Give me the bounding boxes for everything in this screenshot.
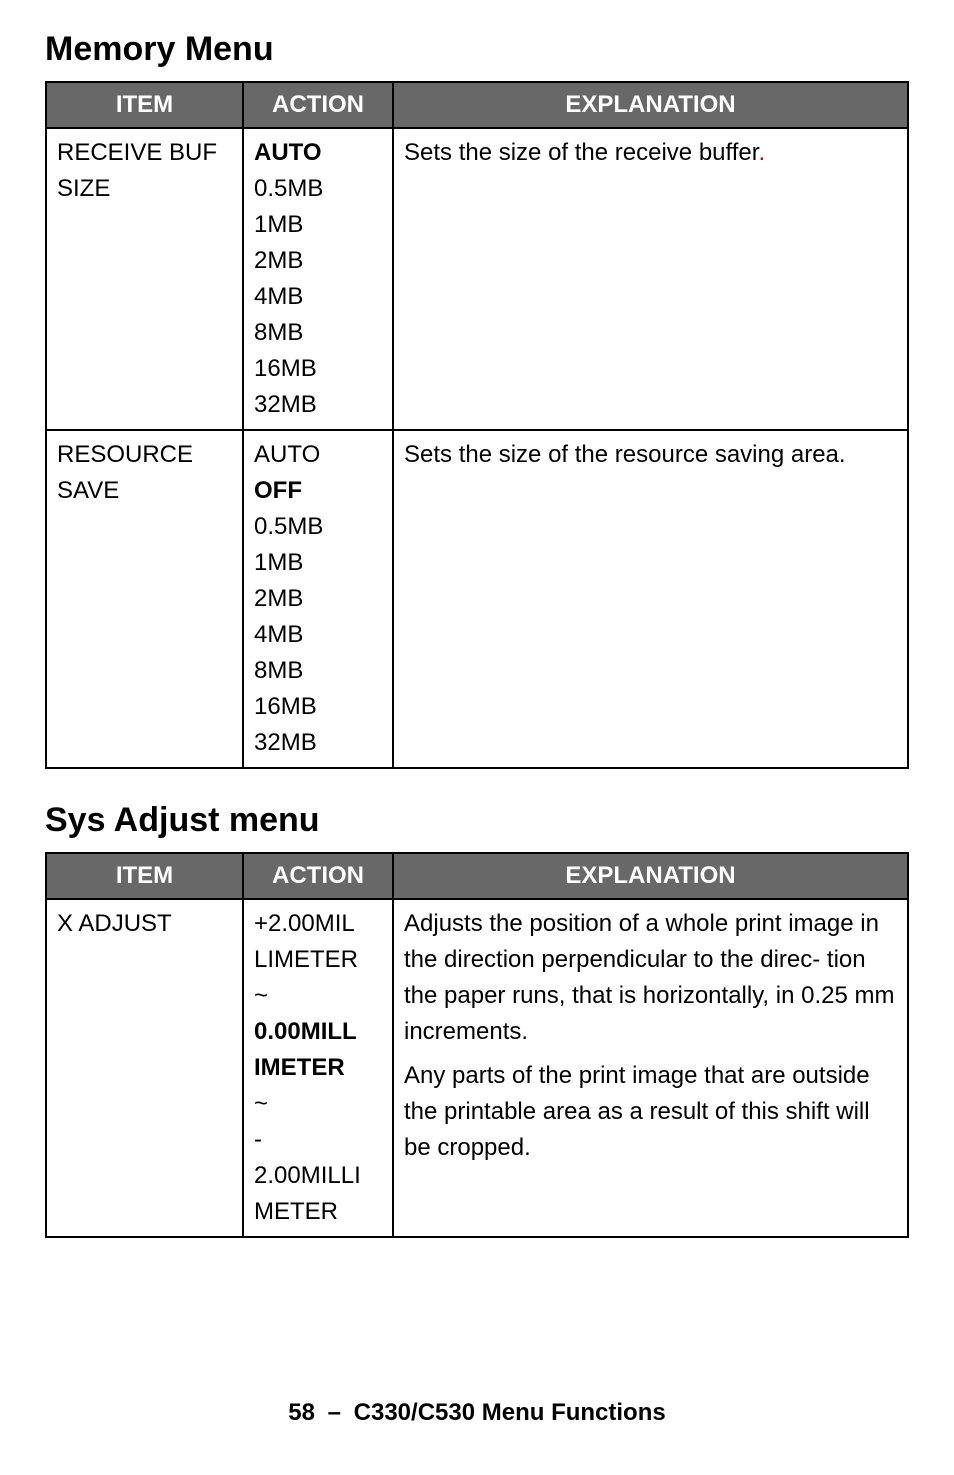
col-header-item: ITEM [46, 853, 243, 899]
memory-menu-heading: Memory Menu [45, 30, 909, 69]
col-header-explanation: EXPLANATION [393, 82, 908, 128]
action-option: 4MB [254, 279, 382, 315]
memory-menu-table: ITEM ACTION EXPLANATION RECEIVE BUF SIZE… [45, 81, 909, 769]
action-option: 2MB [254, 243, 382, 279]
explanation-cell: Sets the size of the resource saving are… [393, 430, 908, 768]
action-option: AUTO [254, 135, 382, 171]
action-option: ~ [254, 978, 382, 1014]
trailing-dot: . [758, 139, 765, 166]
action-option: 32MB [254, 387, 382, 423]
col-header-item: ITEM [46, 82, 243, 128]
action-option: 0.5MB [254, 509, 382, 545]
col-header-action: ACTION [243, 82, 393, 128]
explanation-paragraph: Any parts of the print image that are ou… [404, 1058, 897, 1166]
action-option: OFF [254, 473, 382, 509]
action-option: 16MB [254, 689, 382, 725]
action-option: 2MB [254, 581, 382, 617]
footer-separator: – [328, 1399, 341, 1426]
action-option: 32MB [254, 725, 382, 761]
action-option: - [254, 1122, 382, 1158]
explanation-cell: Sets the size of the receive buffer. [393, 128, 908, 430]
col-header-action: ACTION [243, 853, 393, 899]
footer-page-number: 58 [288, 1399, 315, 1426]
action-option: METER [254, 1194, 382, 1230]
footer-title: C330/C530 Menu Functions [354, 1399, 666, 1426]
sys-adjust-menu-table: ITEM ACTION EXPLANATION X ADJUST +2.00MIL… [45, 852, 909, 1238]
item-cell: RECEIVE BUF SIZE [46, 128, 243, 430]
action-option: +2.00MIL [254, 906, 382, 942]
action-option: 8MB [254, 315, 382, 351]
col-header-explanation: EXPLANATION [393, 853, 908, 899]
table-row: X ADJUST+2.00MILLIMETER~0.00MILLIMETER~-… [46, 899, 908, 1237]
action-cell: +2.00MILLIMETER~0.00MILLIMETER~-2.00MILL… [243, 899, 393, 1237]
action-cell: AUTO0.5MB1MB2MB4MB8MB16MB32MB [243, 128, 393, 430]
table-row: RESOURCE SAVEAUTOOFF0.5MB1MB2MB4MB8MB16M… [46, 430, 908, 768]
action-option: 0.5MB [254, 171, 382, 207]
action-option: 2.00MILLI [254, 1158, 382, 1194]
action-option: 16MB [254, 351, 382, 387]
explanation-paragraph: Adjusts the position of a whole print im… [404, 906, 897, 1050]
page-footer: 58 – C330/C530 Menu Functions [0, 1399, 954, 1427]
action-option: ~ [254, 1086, 382, 1122]
sys-adjust-menu-heading: Sys Adjust menu [45, 801, 909, 840]
action-option: 8MB [254, 653, 382, 689]
action-option: 0.00MILL [254, 1014, 382, 1050]
explanation-cell: Adjusts the position of a whole print im… [393, 899, 908, 1237]
action-option: 1MB [254, 545, 382, 581]
action-option: 4MB [254, 617, 382, 653]
action-option: LIMETER [254, 942, 382, 978]
action-cell: AUTOOFF0.5MB1MB2MB4MB8MB16MB32MB [243, 430, 393, 768]
item-cell: X ADJUST [46, 899, 243, 1237]
action-option: AUTO [254, 437, 382, 473]
item-cell: RESOURCE SAVE [46, 430, 243, 768]
action-option: IMETER [254, 1050, 382, 1086]
table-row: RECEIVE BUF SIZEAUTO0.5MB1MB2MB4MB8MB16M… [46, 128, 908, 430]
action-option: 1MB [254, 207, 382, 243]
